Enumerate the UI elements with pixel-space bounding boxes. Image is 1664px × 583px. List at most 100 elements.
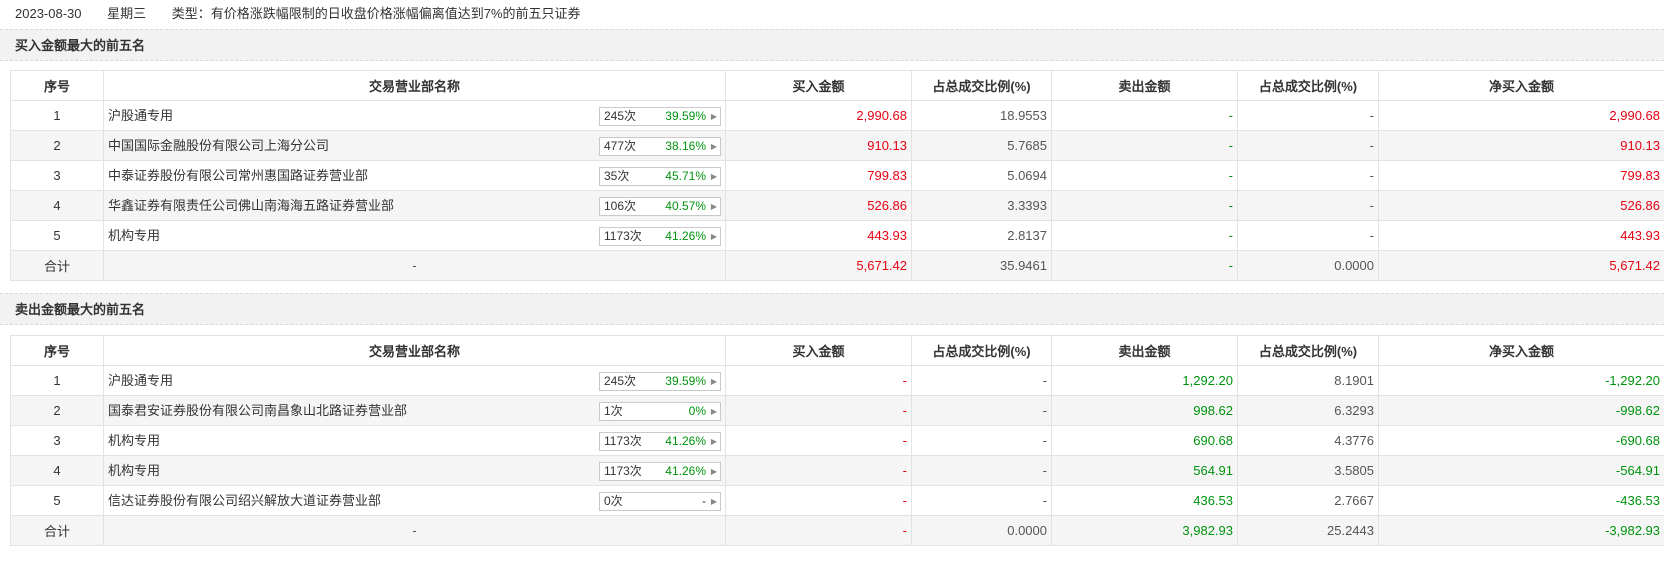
branch-stats-badge[interactable]: 1173次 41.26% ▶ [599,227,721,246]
buy-amount: 526.86 [725,190,912,221]
branch-stats-badge[interactable]: 245次 39.59% ▶ [599,372,721,391]
branch-stats-badge[interactable]: 1173次 41.26% ▶ [599,432,721,451]
total-net-buy: 5,671.42 [1378,250,1664,281]
win-rate: 41.26% [665,434,706,448]
row-no: 1 [10,365,104,396]
branch-name-link[interactable]: 华鑫证券有限责任公司佛山南海海五路证券营业部 [108,192,394,220]
total-buy-ratio: 0.0000 [911,515,1052,546]
buy-ratio: 2.8137 [911,220,1052,251]
buy-amount: 443.93 [725,220,912,251]
table-row: 1 沪股通专用 245次 39.59% ▶ 2,990.68 18.9553 -… [10,100,1664,131]
branch-cell: 信达证券股份有限公司绍兴解放大道证券营业部 0次 - ▶ [103,485,726,516]
col-branch-name: 交易营业部名称 [103,70,726,101]
branch-name-link[interactable]: 机构专用 [108,222,160,250]
row-no: 5 [10,485,104,516]
branch-cell: 国泰君安证券股份有限公司南昌象山北路证券营业部 1次 0% ▶ [103,395,726,426]
buy-ratio: 18.9553 [911,100,1052,131]
win-rate: - [702,494,706,508]
total-label: 合计 [10,515,104,546]
branch-cell: 中泰证券股份有限公司常州惠国路证券营业部 35次 45.71% ▶ [103,160,726,191]
total-sell-amount: - [1051,250,1238,281]
triangle-right-icon: ▶ [710,112,717,121]
net-buy-amount: 443.93 [1378,220,1664,251]
sell-ratio: - [1237,130,1379,161]
row-no: 2 [10,395,104,426]
branch-stats-badge[interactable]: 1次 0% ▶ [599,402,721,421]
listing-count: 245次 [604,374,637,388]
net-buy-amount: -998.62 [1378,395,1664,426]
win-rate: 41.26% [665,229,706,243]
triangle-right-icon: ▶ [710,377,717,386]
branch-cell: 华鑫证券有限责任公司佛山南海海五路证券营业部 106次 40.57% ▶ [103,190,726,221]
sell-section-title: 卖出金额最大的前五名 [0,293,1664,325]
weekday: 星期三 [107,6,147,21]
win-rate: 38.16% [665,139,706,153]
col-buy-ratio: 占总成交比例(%) [911,70,1052,101]
buy-amount: - [725,485,912,516]
sell-ratio: 4.3776 [1237,425,1379,456]
branch-stats-badge[interactable]: 0次 - ▶ [599,492,721,511]
buy-ratio: 5.7685 [911,130,1052,161]
sell-amount: - [1051,100,1238,131]
win-rate: 0% [688,404,706,418]
sell-ratio: - [1237,190,1379,221]
sell-amount: - [1051,190,1238,221]
top-info-bar: 2023-08-30 星期三 类型：有价格涨跌幅限制的日收盘价格涨幅偏离值达到7… [0,0,1664,28]
total-buy-amount: - [725,515,912,546]
buy-ratio: 3.3393 [911,190,1052,221]
net-buy-amount: -436.53 [1378,485,1664,516]
listing-count: 1173次 [604,434,642,448]
net-buy-amount: -564.91 [1378,455,1664,486]
branch-name-link[interactable]: 国泰君安证券股份有限公司南昌象山北路证券营业部 [108,397,407,425]
col-sell-amount: 卖出金额 [1051,70,1238,101]
buy-amount: 799.83 [725,160,912,191]
total-sell-ratio: 0.0000 [1237,250,1379,281]
sell-amount: - [1051,220,1238,251]
row-no: 3 [10,160,104,191]
net-buy-amount: -1,292.20 [1378,365,1664,396]
branch-stats-badge[interactable]: 245次 39.59% ▶ [599,107,721,126]
triangle-right-icon: ▶ [710,467,717,476]
row-no: 1 [10,100,104,131]
sell-top5-table: 序号 交易营业部名称 买入金额 占总成交比例(%) 卖出金额 占总成交比例(%)… [10,335,1664,546]
col-branch-name: 交易营业部名称 [103,335,726,366]
row-no: 4 [10,455,104,486]
branch-name-link[interactable]: 机构专用 [108,457,160,485]
branch-cell: 机构专用 1173次 41.26% ▶ [103,455,726,486]
listing-count: 35次 [604,169,630,183]
buy-section-title: 买入金额最大的前五名 [0,29,1664,61]
sell-ratio: - [1237,160,1379,191]
branch-stats-badge[interactable]: 35次 45.71% ▶ [599,167,721,186]
col-net-buy: 净买入金额 [1378,335,1664,366]
col-buy-ratio: 占总成交比例(%) [911,335,1052,366]
branch-name-link[interactable]: 沪股通专用 [108,102,173,130]
col-net-buy: 净买入金额 [1378,70,1664,101]
net-buy-amount: -690.68 [1378,425,1664,456]
branch-stats-badge[interactable]: 1173次 41.26% ▶ [599,462,721,481]
buy-amount: - [725,365,912,396]
branch-name-link[interactable]: 沪股通专用 [108,367,173,395]
branch-stats-badge[interactable]: 106次 40.57% ▶ [599,197,721,216]
total-sell-amount: 3,982.93 [1051,515,1238,546]
buy-ratio: - [911,425,1052,456]
table-row: 5 信达证券股份有限公司绍兴解放大道证券营业部 0次 - ▶ - - 436.5… [10,485,1664,516]
table-header-row: 序号 交易营业部名称 买入金额 占总成交比例(%) 卖出金额 占总成交比例(%)… [10,70,1664,101]
buy-amount: - [725,425,912,456]
branch-name-link[interactable]: 中国国际金融股份有限公司上海分公司 [108,132,329,160]
branch-cell: 机构专用 1173次 41.26% ▶ [103,425,726,456]
buy-ratio: - [911,395,1052,426]
trade-date: 2023-08-30 [15,6,82,21]
branch-cell: 沪股通专用 245次 39.59% ▶ [103,100,726,131]
buy-ratio: - [911,455,1052,486]
branch-stats-badge[interactable]: 477次 38.16% ▶ [599,137,721,156]
win-rate: 41.26% [665,464,706,478]
branch-name-link[interactable]: 机构专用 [108,427,160,455]
sell-ratio: 3.5805 [1237,455,1379,486]
total-sell-ratio: 25.2443 [1237,515,1379,546]
branch-name-link[interactable]: 信达证券股份有限公司绍兴解放大道证券营业部 [108,487,381,515]
table-row: 3 中泰证券股份有限公司常州惠国路证券营业部 35次 45.71% ▶ 799.… [10,160,1664,191]
table-row: 3 机构专用 1173次 41.26% ▶ - - 690.68 4.3776 … [10,425,1664,456]
win-rate: 40.57% [665,199,706,213]
listing-count: 0次 [604,494,623,508]
branch-name-link[interactable]: 中泰证券股份有限公司常州惠国路证券营业部 [108,162,368,190]
